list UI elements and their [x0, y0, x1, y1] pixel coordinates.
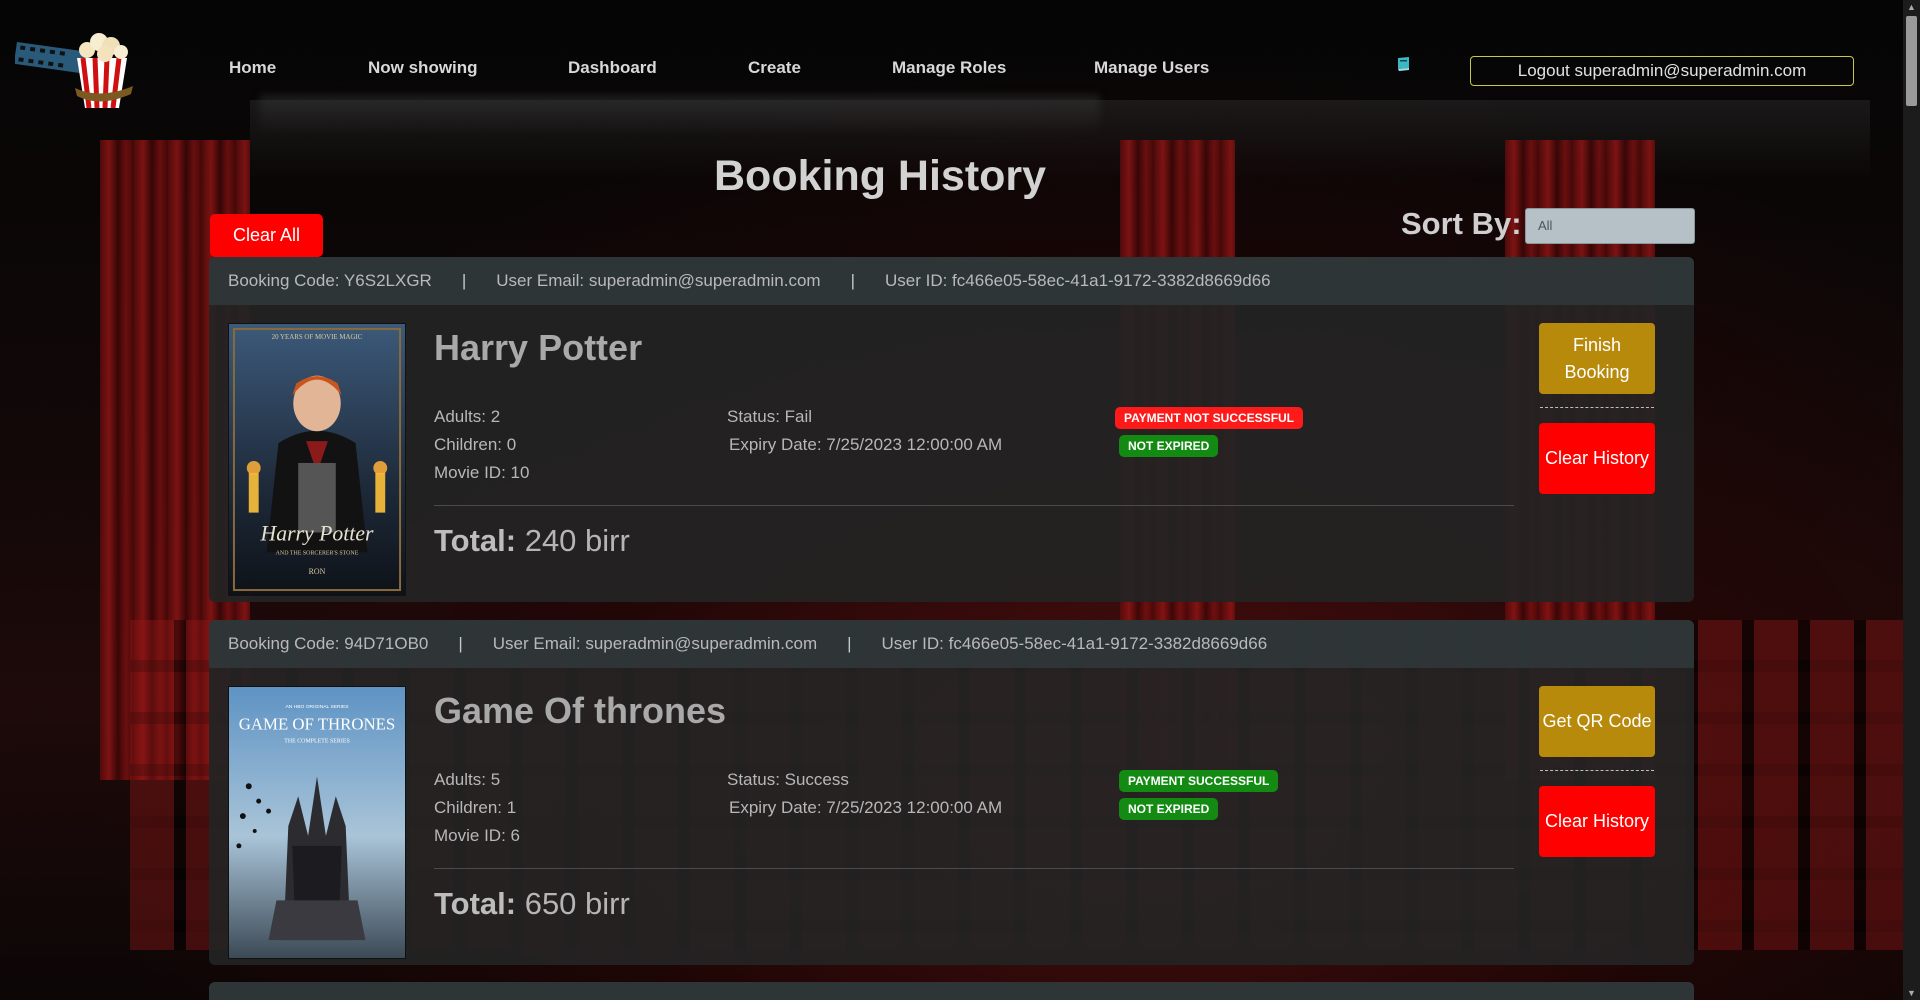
movie-id: Movie ID: 6 — [434, 826, 520, 845]
expiry-date: Expiry Date: 7/25/2023 12:00:00 AM — [729, 435, 1003, 454]
clear-history-button[interactable]: Clear History — [1539, 786, 1655, 857]
action-separator — [1540, 770, 1654, 771]
clear-history-button[interactable]: Clear History — [1539, 423, 1655, 494]
booking-total: Total: 240 birr — [434, 523, 630, 559]
svg-text:THE COMPLETE SERIES: THE COMPLETE SERIES — [284, 739, 350, 745]
svg-text:GAME OF THRONES: GAME OF THRONES — [239, 715, 395, 734]
popcorn-film-logo[interactable] — [15, 28, 143, 118]
user-id: User ID: fc466e05-58ec-41a1-9172-3382d86… — [885, 271, 1271, 290]
expiry-status-badge: NOT EXPIRED — [1119, 435, 1219, 457]
movie-id: Movie ID: 10 — [434, 463, 530, 482]
total-value: 240 birr — [524, 523, 630, 558]
nav-home[interactable]: Home — [229, 58, 276, 78]
total-value: 650 birr — [524, 886, 630, 921]
svg-text:AND THE SORCERER'S STONE: AND THE SORCERER'S STONE — [276, 550, 359, 556]
user-email: User Email: superadmin@superadmin.com — [496, 271, 821, 290]
booking-total: Total: 650 birr — [434, 886, 630, 922]
nav-create[interactable]: Create — [748, 58, 801, 78]
sort-label: Sort By: — [1401, 206, 1522, 241]
navbar: Home Now showing Dashboard Create Manage… — [0, 0, 1920, 135]
booking-card — [209, 982, 1694, 1000]
user-email: User Email: superadmin@superadmin.com — [492, 634, 818, 653]
nav-dashboard[interactable]: Dashboard — [568, 58, 657, 78]
expiry-date: Expiry Date: 7/25/2023 12:00:00 AM — [729, 798, 1003, 817]
adults-count: Adults: 5 — [434, 770, 501, 789]
get-qr-code-button[interactable]: Get QR Code — [1539, 686, 1655, 757]
adults-count: Adults: 2 — [434, 407, 501, 426]
booking-card-header: Booking Code: Y6S2LXGR | User Email: sup… — [209, 257, 1694, 305]
children-count: Children: 1 — [434, 798, 517, 817]
clear-all-button[interactable]: Clear All — [210, 214, 323, 257]
svg-text:AN HBO ORIGINAL SERIES: AN HBO ORIGINAL SERIES — [285, 704, 349, 710]
total-label: Total: — [434, 523, 517, 558]
scrollbar[interactable]: ▲ ▼ — [1903, 0, 1920, 1000]
booking-card-header: Booking Code: 94D71OB0 | User Email: sup… — [209, 620, 1694, 668]
booking-status: Status: Fail — [727, 407, 813, 426]
booking-status-info: Status: Fail Expiry Date: 7/25/2023 12:0… — [727, 403, 1002, 459]
booking-counts: Adults: 5 Children: 1 Movie ID: 6 — [434, 766, 520, 850]
booking-card: Booking Code: Y6S2LXGR | User Email: sup… — [209, 257, 1694, 602]
children-count: Children: 0 — [434, 435, 517, 454]
booking-code: Booking Code: Y6S2LXGR — [228, 271, 432, 290]
divider — [434, 868, 1514, 869]
divider — [434, 505, 1514, 506]
finish-booking-button[interactable]: Finish Booking — [1539, 323, 1655, 394]
booking-code: Booking Code: 94D71OB0 — [228, 634, 429, 653]
booking-card: Booking Code: 94D71OB0 | User Email: sup… — [209, 620, 1694, 965]
svg-text:Harry Potter: Harry Potter — [260, 521, 374, 545]
booking-counts: Adults: 2 Children: 0 Movie ID: 10 — [434, 403, 529, 487]
movie-poster: AN HBO ORIGINAL SERIES GAME OF THRONES T… — [228, 686, 406, 959]
nav-now-showing[interactable]: Now showing — [368, 58, 478, 78]
payment-status-badge: PAYMENT NOT SUCCESSFUL — [1115, 407, 1304, 429]
action-separator — [1540, 407, 1654, 408]
expiry-status-badge: NOT EXPIRED — [1119, 798, 1219, 820]
svg-text:RON: RON — [309, 567, 326, 576]
movie-title: Game Of thrones — [434, 690, 727, 731]
logout-button[interactable]: Logout superadmin@superadmin.com — [1470, 56, 1854, 86]
movie-poster: 20 YEARS OF MOVIE MAGIC Harry Potter AND… — [228, 323, 406, 596]
nav-manage-roles[interactable]: Manage Roles — [892, 58, 1006, 78]
booking-card-header — [209, 982, 1694, 1000]
booking-status-info: Status: Success Expiry Date: 7/25/2023 1… — [727, 766, 1002, 822]
nav-manage-users[interactable]: Manage Users — [1094, 58, 1209, 78]
booking-status: Status: Success — [727, 770, 849, 789]
movie-title: Harry Potter — [434, 327, 643, 368]
sort-select[interactable]: All — [1525, 208, 1695, 244]
book-icon[interactable] — [1395, 56, 1413, 72]
payment-status-badge: PAYMENT SUCCESSFUL — [1119, 770, 1279, 792]
user-id: User ID: fc466e05-58ec-41a1-9172-3382d86… — [881, 634, 1268, 653]
svg-text:20 YEARS OF MOVIE MAGIC: 20 YEARS OF MOVIE MAGIC — [272, 334, 363, 341]
scroll-down-icon[interactable]: ▼ — [1906, 988, 1917, 998]
page-title: Booking History — [714, 152, 1047, 200]
total-label: Total: — [434, 886, 517, 921]
